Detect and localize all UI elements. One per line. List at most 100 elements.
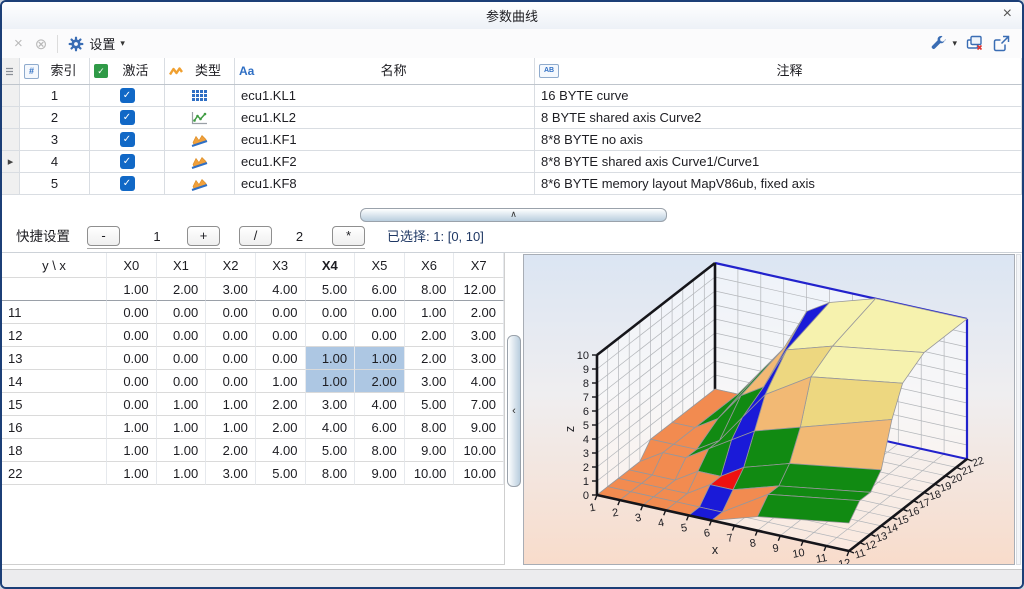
col-header-name[interactable]: Aa名称 — [235, 58, 535, 84]
value-cell[interactable]: 0.00 — [107, 393, 157, 416]
value-cell[interactable]: 0.00 — [157, 301, 207, 324]
param-row[interactable]: 3 ✓ ecu1.KF1 8*8 BYTE no axis — [2, 129, 1022, 151]
value-cell[interactable]: 0.00 — [256, 347, 306, 370]
axis-value-cell[interactable]: 1.00 — [107, 278, 157, 301]
value-cell[interactable]: 8.00 — [306, 462, 356, 485]
active-checkbox[interactable]: ✓ — [120, 176, 135, 191]
param-row[interactable]: ▸ 4 ✓ ecu1.KF2 8*8 BYTE shared axis Curv… — [2, 151, 1022, 173]
settings-button[interactable]: 设置 ▾ — [68, 34, 125, 53]
type-cell[interactable] — [165, 85, 235, 107]
col-header-cell[interactable]: X4 — [306, 253, 356, 278]
value-cell[interactable]: 0.00 — [256, 301, 306, 324]
col-header-active[interactable]: ✓激活 — [90, 58, 165, 84]
value-cell[interactable]: 5.00 — [405, 393, 455, 416]
value-cell[interactable]: 9.00 — [405, 439, 455, 462]
value-cell[interactable]: 5.00 — [306, 439, 356, 462]
index-cell[interactable]: 1 — [20, 85, 90, 107]
value-cell[interactable]: 0.00 — [306, 324, 356, 347]
row-header-cell[interactable]: 12 — [2, 324, 107, 347]
value-cell[interactable]: 0.00 — [107, 347, 157, 370]
value-cell[interactable]: 3.00 — [454, 324, 504, 347]
axis-value-cell[interactable]: 12.00 — [454, 278, 504, 301]
value-cell[interactable]: 7.00 — [454, 393, 504, 416]
value-cell[interactable]: 10.00 — [405, 462, 455, 485]
splitter-collapse-left-handle[interactable]: ‹ — [507, 335, 521, 487]
value-cell[interactable]: 0.00 — [157, 324, 207, 347]
axis-value-cell[interactable]: 5.00 — [306, 278, 356, 301]
value-cell[interactable]: 10.00 — [454, 439, 504, 462]
active-cell[interactable]: ✓ — [90, 173, 165, 195]
increment-button[interactable]: + — [187, 226, 220, 246]
value-cell[interactable]: 1.00 — [157, 439, 207, 462]
value-cell[interactable]: 10.00 — [454, 462, 504, 485]
comment-cell[interactable]: 8*8 BYTE shared axis Curve1/Curve1 — [535, 151, 1022, 173]
value-cell[interactable]: 1.00 — [405, 301, 455, 324]
value-cell[interactable]: 0.00 — [306, 301, 356, 324]
name-cell[interactable]: ecu1.KL1 — [235, 85, 535, 107]
value-cell[interactable]: 2.00 — [454, 301, 504, 324]
horizontal-splitter[interactable]: ∧ — [2, 205, 1022, 222]
comment-cell[interactable]: 8*8 BYTE no axis — [535, 129, 1022, 151]
axis-value-cell[interactable]: 2.00 — [157, 278, 207, 301]
comment-cell[interactable]: 8*6 BYTE memory layout MapV86ub, fixed a… — [535, 173, 1022, 195]
value-cell[interactable]: 1.00 — [206, 416, 256, 439]
row-header-cell[interactable]: 22 — [2, 462, 107, 485]
name-cell[interactable]: ecu1.KF1 — [235, 129, 535, 151]
col-header-cell[interactable]: X5 — [355, 253, 405, 278]
gutter-header-cell[interactable] — [2, 58, 20, 84]
type-cell[interactable] — [165, 107, 235, 129]
value-cell[interactable]: 3.00 — [206, 462, 256, 485]
type-cell[interactable] — [165, 129, 235, 151]
value-cell[interactable]: 0.00 — [206, 301, 256, 324]
value-cell[interactable]: 2.00 — [405, 347, 455, 370]
row-header-cell[interactable]: 11 — [2, 301, 107, 324]
value-cell[interactable]: 2.00 — [355, 370, 405, 393]
active-checkbox[interactable]: ✓ — [120, 88, 135, 103]
col-header-cell[interactable]: X0 — [107, 253, 157, 278]
active-checkbox[interactable]: ✓ — [120, 154, 135, 169]
close-icon[interactable]: × — [1003, 5, 1012, 23]
comment-cell[interactable]: 16 BYTE curve — [535, 85, 1022, 107]
comment-cell[interactable]: 8 BYTE shared axis Curve2 — [535, 107, 1022, 129]
axis-value-cell[interactable]: 4.00 — [256, 278, 306, 301]
active-cell[interactable]: ✓ — [90, 129, 165, 151]
value-cell[interactable]: 8.00 — [405, 416, 455, 439]
col-header-cell[interactable]: X3 — [256, 253, 306, 278]
open-external-icon[interactable] — [993, 35, 1010, 52]
splitter-collapse-up-handle[interactable]: ∧ — [360, 208, 667, 222]
value-cell[interactable]: 9.00 — [355, 462, 405, 485]
value-cell[interactable]: 3.00 — [306, 393, 356, 416]
value-cell[interactable]: 1.00 — [107, 462, 157, 485]
col-header-cell[interactable]: X1 — [157, 253, 207, 278]
value-cell[interactable]: 1.00 — [157, 462, 207, 485]
value-cell[interactable]: 3.00 — [405, 370, 455, 393]
surface-plot[interactable]: 1234567891011121112131415161718192021220… — [524, 255, 1014, 564]
index-cell[interactable]: 2 — [20, 107, 90, 129]
row-header-cell[interactable]: 13 — [2, 347, 107, 370]
value-cell[interactable]: 0.00 — [355, 301, 405, 324]
active-cell[interactable]: ✓ — [90, 151, 165, 173]
row-gutter-cell[interactable] — [2, 129, 20, 151]
name-cell[interactable]: ecu1.KF8 — [235, 173, 535, 195]
col-header-cell[interactable]: X7 — [454, 253, 504, 278]
value-cell[interactable]: 2.00 — [405, 324, 455, 347]
vertical-splitter[interactable]: ‹ — [505, 253, 523, 565]
value-cell[interactable]: 0.00 — [157, 347, 207, 370]
decrement-button[interactable]: - — [87, 226, 120, 246]
row-header-cell[interactable]: 15 — [2, 393, 107, 416]
value-cell[interactable]: 4.00 — [256, 439, 306, 462]
value-cell[interactable]: 0.00 — [206, 324, 256, 347]
value-cell[interactable]: 1.00 — [157, 416, 207, 439]
value-cell[interactable]: 9.00 — [454, 416, 504, 439]
right-collapsed-splitter[interactable] — [1016, 254, 1021, 565]
param-row[interactable]: 5 ✓ ecu1.KF8 8*6 BYTE memory layout MapV… — [2, 173, 1022, 195]
value-cell[interactable]: 5.00 — [256, 462, 306, 485]
active-cell[interactable]: ✓ — [90, 107, 165, 129]
value-cell[interactable]: 0.00 — [256, 324, 306, 347]
value-cell[interactable]: 0.00 — [107, 370, 157, 393]
axis-value-cell[interactable]: 6.00 — [355, 278, 405, 301]
col-header-cell[interactable]: X2 — [206, 253, 256, 278]
param-row[interactable]: 2 ✓ ecu1.KL2 8 BYTE shared axis Curve2 — [2, 107, 1022, 129]
wrench-dropdown-icon[interactable]: ▾ — [952, 38, 957, 49]
divide-button[interactable]: / — [239, 226, 272, 246]
